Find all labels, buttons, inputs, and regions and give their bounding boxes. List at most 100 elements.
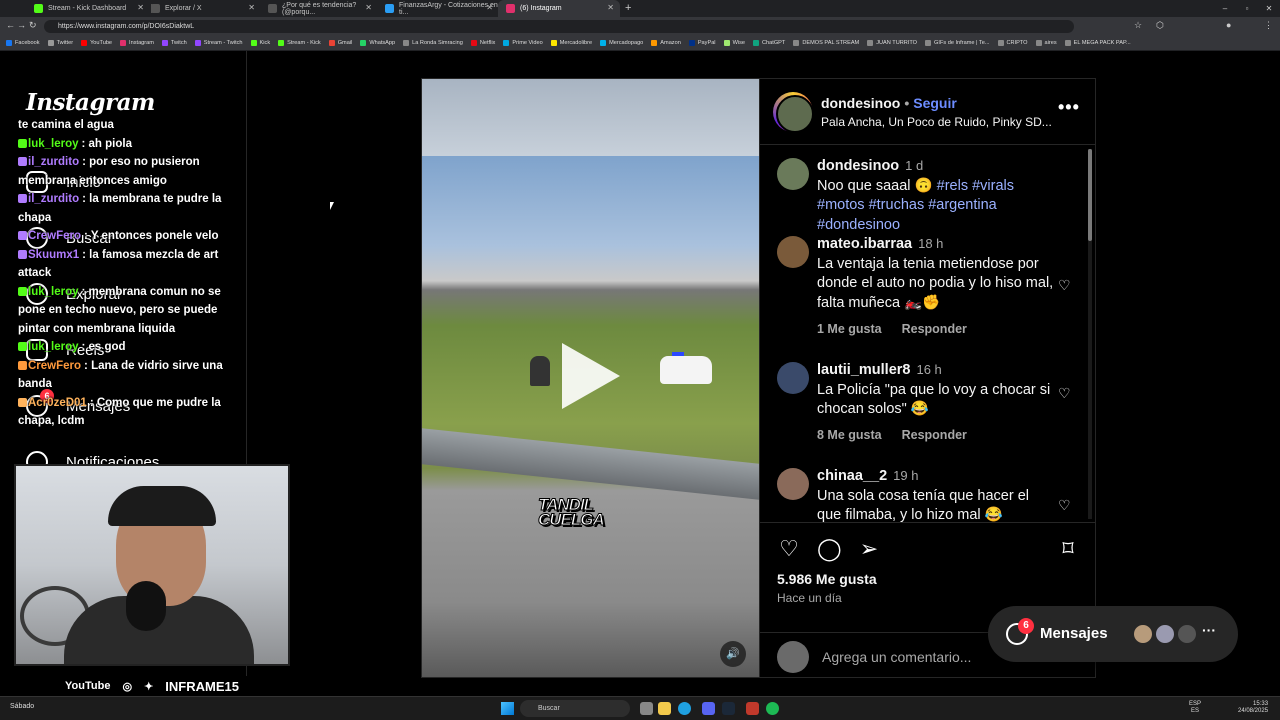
save-icon[interactable]: ⌑ xyxy=(1056,537,1080,561)
bookmark-item[interactable]: WhatsApp xyxy=(360,40,395,46)
bookmark-item[interactable]: YouTube xyxy=(81,40,112,46)
bookmark-item[interactable]: Prime Video xyxy=(503,40,543,46)
scrollbar-thumb[interactable] xyxy=(1088,149,1092,241)
weather-widget[interactable]: Sábado xyxy=(10,703,34,710)
bookmark-label: WhatsApp xyxy=(369,40,396,46)
close-icon[interactable]: ✕ xyxy=(365,3,372,12)
comment-input[interactable]: Agrega un comentario... xyxy=(822,649,971,665)
close-icon[interactable]: ✕ xyxy=(248,3,255,12)
play-icon[interactable] xyxy=(562,343,620,409)
comment-username[interactable]: lautii_muller8 xyxy=(817,362,910,378)
reply-button[interactable]: Responder xyxy=(902,428,967,442)
follow-button[interactable]: Seguir xyxy=(913,95,957,111)
bookmark-item[interactable]: Twitter xyxy=(47,40,73,46)
bookmark-item[interactable]: JUAN TURRITO xyxy=(867,40,917,46)
comment-likes[interactable]: 8 Me gusta xyxy=(817,428,882,442)
like-comment-icon[interactable]: ♡ xyxy=(1058,498,1072,512)
reload-icon[interactable]: ↻ xyxy=(29,20,37,31)
comments-scrollbar[interactable] xyxy=(1088,149,1092,519)
commenter-avatar[interactable] xyxy=(777,236,809,268)
tab-label: Explorar / X xyxy=(165,5,202,12)
audio-track[interactable]: Pala Ancha, Un Poco de Ruido, Pinky SD..… xyxy=(821,115,1052,129)
bookmark-item[interactable]: Amazon xyxy=(651,40,681,46)
volume-icon[interactable]: 🔊 xyxy=(720,641,746,667)
bookmark-item[interactable]: Mercadopago xyxy=(600,40,643,46)
messages-pill[interactable]: 6 Mensajes ··· xyxy=(988,606,1238,662)
comment-likes[interactable]: 1 Me gusta xyxy=(817,322,882,336)
chat-username: il_zurdito xyxy=(28,156,80,168)
close-icon[interactable]: ✕ xyxy=(486,3,493,12)
tab-finanzasargy[interactable]: FinanzasArgy - Cotizaciones en ti... ✕ xyxy=(377,0,499,17)
bookmark-favicon xyxy=(503,40,510,46)
comment-username[interactable]: chinaa__2 xyxy=(817,468,887,484)
tab-porque-tendencia[interactable]: ¿Por qué es tendencia? (@porqu... ✕ xyxy=(260,0,378,17)
like-count[interactable]: 5.986 Me gusta xyxy=(777,571,877,587)
chat-message: il_zurdito: por eso no pusieron membrana… xyxy=(18,153,238,190)
bookmark-item[interactable]: Wise xyxy=(723,40,745,46)
commenter-avatar[interactable] xyxy=(777,468,809,500)
share-icon[interactable]: ➢ xyxy=(857,537,881,561)
new-tab-icon[interactable]: + xyxy=(625,2,631,14)
taskview-icon[interactable] xyxy=(640,702,653,715)
profile-icon[interactable]: ● xyxy=(1226,20,1231,30)
tab-explorar-x[interactable]: Explorar / X ✕ xyxy=(143,0,261,17)
menu-icon[interactable]: ⋮ xyxy=(1264,20,1273,31)
url-field[interactable]: https://www.instagram.com/p/DOI6sDiaktwL xyxy=(44,20,1074,33)
reel-video[interactable]: TANDIL CUELGA 🔊 xyxy=(422,79,759,677)
author-username[interactable]: dondesinoo xyxy=(821,95,900,111)
like-comment-icon[interactable]: ♡ xyxy=(1058,386,1072,400)
caption: dondesinoo 1 d Noo que saaal 🙃 #rels #vir… xyxy=(777,156,1077,233)
bookmark-item[interactable]: Netflix xyxy=(470,40,495,46)
discord-icon[interactable] xyxy=(702,702,715,715)
comment-username[interactable]: mateo.ibarraa xyxy=(817,236,912,252)
tab-kick-dashboard[interactable]: Stream - Kick Dashboard ✕ xyxy=(26,0,150,17)
bookmark-item[interactable]: CRIPTO xyxy=(997,40,1028,46)
bookmark-item[interactable]: Stream - Kick xyxy=(278,40,321,46)
instagram-logo[interactable]: Instagram xyxy=(26,89,155,116)
extensions-icon[interactable]: ⬡ xyxy=(1156,20,1164,31)
reply-button[interactable]: Responder xyxy=(902,322,967,336)
bookmark-item[interactable]: Mercadolibre xyxy=(550,40,592,46)
clock[interactable]: 15:33 24/08/2025 xyxy=(1238,701,1268,715)
forward-icon[interactable]: → xyxy=(17,20,26,30)
maximize-icon[interactable]: ▫ xyxy=(1236,0,1258,17)
back-icon[interactable]: ← xyxy=(6,20,15,30)
bookmark-item[interactable]: Stream - Twitch xyxy=(194,40,243,46)
comment-icon[interactable]: ◯ xyxy=(817,537,842,561)
bookmark-item[interactable]: EL MEGA PACK PAP... xyxy=(1064,40,1131,46)
start-icon[interactable] xyxy=(501,702,514,715)
more-options-icon[interactable]: ••• xyxy=(1058,97,1080,118)
tab-instagram[interactable]: (6) Instagram ✕ xyxy=(498,0,620,17)
bookmark-label: La Ronda Simracing xyxy=(412,40,463,46)
like-icon[interactable]: ♡ xyxy=(777,537,801,561)
bookmark-item[interactable]: ChatGPT xyxy=(753,40,785,46)
bookmark-item[interactable]: DEMOS PAL STREAM xyxy=(793,40,859,46)
bookmark-item[interactable]: Instagram xyxy=(120,40,154,46)
bookmark-star-icon[interactable]: ☆ xyxy=(1134,20,1142,31)
bookmark-item[interactable]: Twitch xyxy=(161,40,187,46)
bookmark-item[interactable]: aires xyxy=(1035,40,1057,46)
bookmark-item[interactable]: GIFs de Inframe | Te... xyxy=(925,40,990,46)
close-icon[interactable]: ✕ xyxy=(607,3,614,12)
caption-username[interactable]: dondesinoo xyxy=(817,158,899,174)
minimize-icon[interactable]: – xyxy=(1214,0,1236,17)
spotify-icon[interactable] xyxy=(766,702,779,715)
taskbar-search[interactable]: Buscar xyxy=(520,700,630,717)
bookmark-item[interactable]: Kick xyxy=(250,40,270,46)
bookmark-item[interactable]: PayPal xyxy=(688,40,716,46)
commenter-avatar[interactable] xyxy=(777,362,809,394)
like-comment-icon[interactable]: ♡ xyxy=(1058,278,1072,292)
obs-icon[interactable] xyxy=(746,702,759,715)
author-avatar[interactable] xyxy=(773,92,814,133)
bookmark-item[interactable]: Gmail xyxy=(328,40,352,46)
edge-icon[interactable] xyxy=(678,702,691,715)
explorer-icon[interactable] xyxy=(658,702,671,715)
steam-icon[interactable] xyxy=(722,702,735,715)
bookmark-item[interactable]: La Ronda Simracing xyxy=(403,40,463,46)
author-avatar-small[interactable] xyxy=(777,158,809,190)
close-window-icon[interactable]: ✕ xyxy=(1258,0,1280,17)
browser-tab-bar: Stream - Kick Dashboard ✕ Explorar / X ✕… xyxy=(0,0,1280,17)
comment-item: mateo.ibarraa 18 h La ventaja la tenia me… xyxy=(777,234,1077,336)
language-indicator[interactable]: ESP ES xyxy=(1189,701,1201,715)
bookmark-item[interactable]: Facebook xyxy=(6,40,40,46)
